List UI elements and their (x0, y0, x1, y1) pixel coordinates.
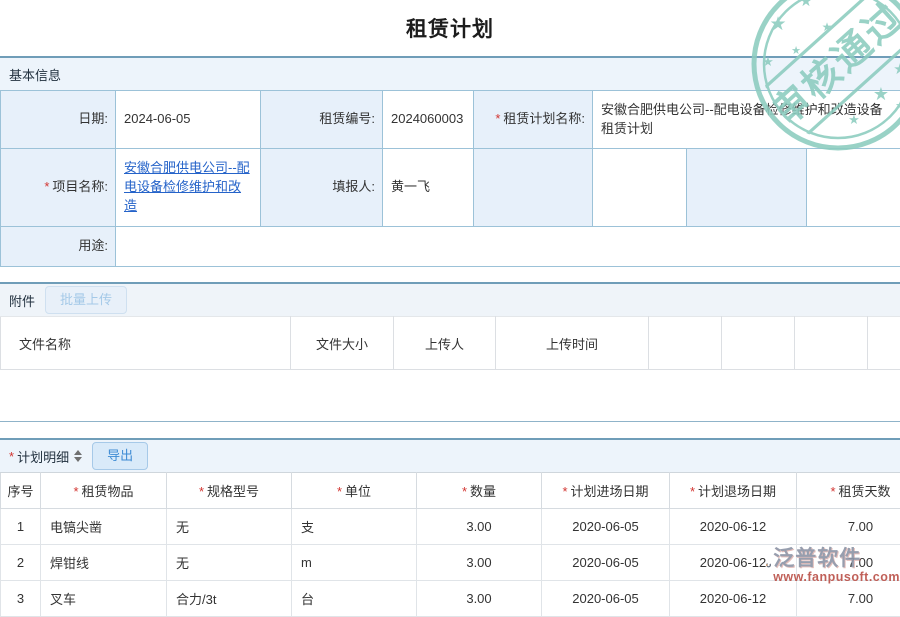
plan-name-label-cell: *租赁计划名称: (474, 91, 593, 149)
plan-cell: 电镐尖凿 (41, 509, 167, 545)
attachments-header-row: 文件名称文件大小上传人上传时间 (1, 317, 900, 370)
plan-cell: 2020-06-05 (542, 581, 670, 617)
plan-details-section-header: * 计划明细 导出 (0, 438, 900, 472)
attachments-empty-body (0, 370, 900, 421)
plan-name-value-cell: 安徽合肥供电公司--配电设备检修维护和改造设备租赁计划 (593, 91, 900, 149)
plan-col-5: *计划进场日期 (542, 473, 670, 509)
purpose-value-cell (116, 227, 900, 267)
required-marker: * (44, 179, 49, 194)
empty-value-cell (593, 149, 687, 227)
basic-info-section-title: 基本信息 (9, 65, 61, 84)
plan-cell: 焊钳线 (41, 545, 167, 581)
plan-col-0: 序号 (1, 473, 41, 509)
required-marker: * (9, 449, 14, 464)
date-value: 2024-06-05 (124, 111, 191, 126)
empty-label-cell (474, 149, 593, 227)
plan-name-value: 安徽合肥供电公司--配电设备检修维护和改造设备租赁计划 (601, 102, 883, 136)
plan-col-7: *租赁天数 (797, 473, 900, 509)
empty-value-cell (807, 149, 900, 227)
attachments-section-header: 附件 批量上传 (0, 282, 900, 316)
plan-col-4: *数量 (417, 473, 542, 509)
project-label-cell: *项目名称: (1, 149, 116, 227)
basic-info-form: 日期: 2024-06-05 租赁编号: 2024060003 *租赁计划名称:… (0, 90, 900, 267)
plan-cell: 支 (292, 509, 417, 545)
plan-cell: 合力/3t (167, 581, 292, 617)
attachments-col-0: 文件名称 (1, 317, 291, 370)
plan-col-1: *租赁物品 (41, 473, 167, 509)
reporter-label-cell: 填报人: (261, 149, 383, 227)
rental-no-label-cell: 租赁编号: (261, 91, 383, 149)
plan-header-row: 序号*租赁物品*规格型号*单位*数量*计划进场日期*计划退场日期*租赁天数 (1, 473, 900, 509)
reporter-value: 黄一飞 (391, 179, 430, 194)
date-value-cell: 2024-06-05 (116, 91, 261, 149)
plan-cell: 叉车 (41, 581, 167, 617)
required-marker: * (690, 484, 695, 499)
purpose-label-cell: 用途: (1, 227, 116, 267)
attachments-col-3: 上传时间 (496, 317, 649, 370)
project-name-link[interactable]: 安徽合肥供电公司--配电设备检修维护和改造 (124, 160, 250, 213)
required-marker: * (199, 484, 204, 499)
plan-cell: 2020-06-05 (542, 509, 670, 545)
required-marker: * (73, 484, 78, 499)
empty-label-cell (687, 149, 807, 227)
project-value-cell: 安徽合肥供电公司--配电设备检修维护和改造 (116, 149, 261, 227)
plan-cell: 7.00 (797, 545, 900, 581)
export-button[interactable]: 导出 (92, 442, 148, 470)
plan-details-section-title: 计划明细 (17, 447, 69, 466)
plan-row-2[interactable]: 2焊钳线无m3.002020-06-052020-06-127.00 (1, 545, 900, 581)
project-label: 项目名称: (52, 179, 108, 194)
page-title: 租赁计划 (406, 13, 494, 43)
basic-info-section-header: 基本信息 (0, 56, 900, 90)
plan-col-3: *单位 (292, 473, 417, 509)
attachments-col-4 (649, 317, 722, 370)
plan-cell: 2020-06-12 (670, 509, 797, 545)
purpose-label: 用途: (78, 238, 108, 253)
title-bar: 租赁计划 (0, 0, 900, 56)
rental-no-value: 2024060003 (391, 111, 463, 126)
plan-col-6: *计划退场日期 (670, 473, 797, 509)
attachments-col-2: 上传人 (394, 317, 496, 370)
rental-no-value-cell: 2024060003 (383, 91, 474, 149)
attachments-col-1: 文件大小 (291, 317, 394, 370)
plan-cell: 2020-06-12 (670, 581, 797, 617)
required-marker: * (562, 484, 567, 499)
attachments-table-wrap: 文件名称文件大小上传人上传时间 (0, 316, 900, 422)
sort-toggle-icon[interactable] (74, 450, 82, 462)
plan-name-label: 租赁计划名称: (503, 111, 585, 126)
plan-cell: 3 (1, 581, 41, 617)
plan-cell: 无 (167, 509, 292, 545)
attachments-col-7 (868, 317, 900, 370)
plan-cell: 3.00 (417, 581, 542, 617)
attachments-col-5 (722, 317, 795, 370)
required-marker: * (337, 484, 342, 499)
plan-cell: 2 (1, 545, 41, 581)
required-marker: * (462, 484, 467, 499)
batch-upload-button[interactable]: 批量上传 (45, 286, 127, 314)
attachments-section-title: 附件 (9, 291, 35, 310)
attachments-col-6 (795, 317, 868, 370)
plan-row-1[interactable]: 1电镐尖凿无支3.002020-06-052020-06-127.00 (1, 509, 900, 545)
plan-row-3[interactable]: 3叉车合力/3t台3.002020-06-052020-06-127.00 (1, 581, 900, 617)
reporter-label: 填报人: (332, 179, 375, 194)
plan-cell: 台 (292, 581, 417, 617)
date-label-cell: 日期: (1, 91, 116, 149)
required-marker: * (830, 484, 835, 499)
plan-cell: 2020-06-12 (670, 545, 797, 581)
plan-cell: 3.00 (417, 509, 542, 545)
plan-cell: 无 (167, 545, 292, 581)
date-label: 日期: (78, 111, 108, 126)
plan-cell: 2020-06-05 (542, 545, 670, 581)
plan-cell: 7.00 (797, 509, 900, 545)
plan-cell: 1 (1, 509, 41, 545)
plan-cell: m (292, 545, 417, 581)
plan-col-2: *规格型号 (167, 473, 292, 509)
plan-cell: 3.00 (417, 545, 542, 581)
plan-cell: 7.00 (797, 581, 900, 617)
reporter-value-cell: 黄一飞 (383, 149, 474, 227)
rental-no-label: 租赁编号: (319, 111, 375, 126)
plan-details-table: 序号*租赁物品*规格型号*单位*数量*计划进场日期*计划退场日期*租赁天数 1电… (0, 472, 900, 617)
attachments-table: 文件名称文件大小上传人上传时间 (0, 316, 900, 370)
required-marker: * (495, 111, 500, 126)
